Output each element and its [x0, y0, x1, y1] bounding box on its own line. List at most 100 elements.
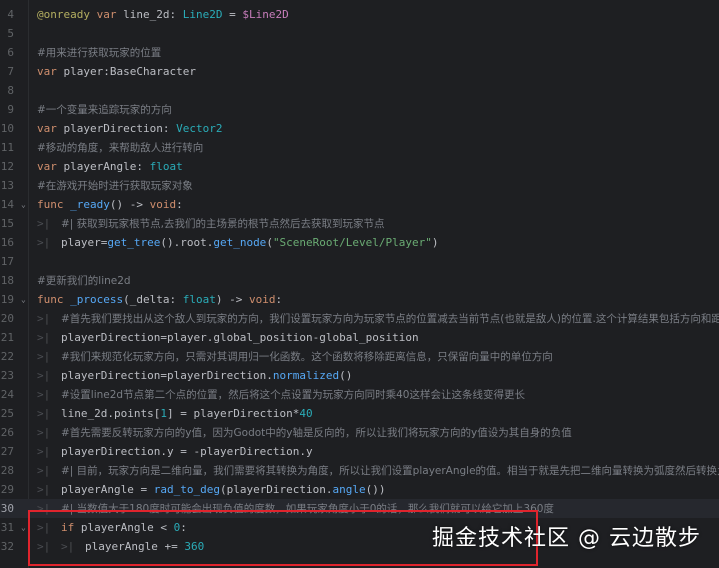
code-line[interactable]: 21 >| playerDirection=player.global_positi…	[0, 328, 719, 347]
code-token: 1	[160, 407, 167, 420]
indent-marker: >|	[37, 369, 51, 382]
code-text: >| playerDirection=playerDirection.normal…	[37, 366, 352, 385]
indent-marker: >|	[37, 483, 51, 496]
line-number: 5	[7, 27, 14, 40]
fold-chevron-icon[interactable]: ⌄	[21, 290, 26, 309]
code-editor[interactable]: 4 @onready var line_2d: Line2D = $Line2D 5…	[0, 0, 719, 568]
code-text: >| >| playerAngle += 360	[37, 537, 204, 556]
code-line[interactable]: 19 ⌄ func _process(_delta: float) -> void:	[0, 290, 719, 309]
code-line[interactable]: 18 #更新我们的line2d	[0, 271, 719, 290]
code-token: ()	[339, 369, 353, 382]
code-line[interactable]: 11 #移动的角度，来帮助敌人进行转向	[0, 138, 719, 157]
line-number: 24	[0, 388, 14, 401]
code-text: >| #| 当数值大于180度时可能会出现负值的度数，如果玩家角度小于0的话，那么…	[37, 499, 554, 519]
code-line[interactable]: 7 var player:BaseCharacter	[0, 62, 719, 81]
line-number: 19	[0, 293, 14, 306]
code-line[interactable]: 28 >| #| 目前，玩家方向是二维向量，我们需要将其转换为角度，所以让我们设置p…	[0, 461, 719, 480]
line-number: 26	[0, 426, 14, 439]
code-token: #更新我们的line2d	[37, 275, 131, 287]
code-line[interactable]: 26 >| #首先需要反转玩家方向的y值，因为Godot中的y轴是反向的，所以让我们…	[0, 423, 719, 442]
code-token: player:BaseCharacter	[56, 65, 196, 78]
code-token: var	[96, 8, 117, 21]
indent-marker: >|	[37, 521, 51, 534]
code-token: float	[149, 160, 183, 173]
code-text: var playerAngle: float	[37, 157, 183, 176]
code-line[interactable]: 27 >| playerDirection.y = -playerDirection…	[0, 442, 719, 461]
code-line[interactable]: 5	[0, 24, 719, 43]
line-number: 23	[0, 369, 14, 382]
code-line[interactable]: 9 #一个变量来追踪玩家的方向	[0, 100, 719, 119]
line-number: 11	[0, 141, 14, 154]
indent-marker: >|	[37, 445, 51, 458]
code-token: ] = playerDirection*	[166, 407, 300, 420]
code-token: playerDirection=player.global_position-g…	[61, 331, 419, 344]
line-number: 25	[0, 407, 14, 420]
code-line[interactable]: 12 var playerAngle: float	[0, 157, 719, 176]
line-number: 21	[0, 331, 14, 344]
code-line[interactable]: 23 >| playerDirection=playerDirection.norm…	[0, 366, 719, 385]
indent-marker: >|	[37, 464, 51, 477]
code-token: playerDirection.y = -playerDirection.y	[61, 445, 313, 458]
code-line[interactable]: 16 >| player=get_tree().root.get_node("Sce…	[0, 233, 719, 252]
line-number: 13	[0, 179, 14, 192]
code-line[interactable]: 30 >| #| 当数值大于180度时可能会出现负值的度数，如果玩家角度小于0的话，…	[0, 499, 719, 518]
code-line[interactable]: 13 #在游戏开始时进行获取玩家对象	[0, 176, 719, 195]
line-number: 27	[0, 445, 14, 458]
code-line[interactable]: 14 ⌄ func _ready() -> void:	[0, 195, 719, 214]
code-line[interactable]: 29 >| playerAngle = rad_to_deg(playerDirec…	[0, 480, 719, 499]
code-line[interactable]: 6 #用来进行获取玩家的位置	[0, 43, 719, 62]
code-token: )	[431, 236, 439, 249]
code-token: 360	[184, 540, 205, 553]
code-token: player=	[61, 236, 108, 249]
code-token: playerAngle <	[74, 521, 174, 534]
indent-marker: >|	[37, 350, 51, 363]
indent-marker: >|	[61, 540, 75, 553]
line-number: 32	[0, 540, 14, 553]
line-number: 30	[0, 502, 14, 515]
code-text: >| #首先需要反转玩家方向的y值，因为Godot中的y轴是反向的，所以让我们将玩…	[37, 423, 572, 443]
code-token: $Line2D	[242, 8, 289, 21]
code-text: >| #首先我们要找出从这个敌人到玩家的方向，我们设置玩家方向为玩家节点的位置减去…	[37, 309, 719, 329]
code-text: >| line_2d.points[1] = playerDirection*40	[37, 404, 313, 423]
code-token: #在游戏开始时进行获取玩家对象	[37, 180, 193, 192]
code-token: #移动的角度，来帮助敌人进行转向	[37, 142, 204, 154]
code-token: var	[37, 122, 57, 135]
line-number: 12	[0, 160, 14, 173]
code-token: _ready	[70, 198, 110, 211]
indent-marker: >|	[37, 217, 51, 230]
code-line[interactable]: 8	[0, 81, 719, 100]
code-token: var	[37, 65, 57, 78]
line-number: 14	[0, 198, 14, 211]
code-token: #| 获取到玩家根节点,去我们的主场景的根节点然后去获取到玩家节点	[61, 218, 385, 230]
code-line[interactable]: 17	[0, 252, 719, 271]
indent-marker: >|	[37, 312, 51, 325]
fold-chevron-icon[interactable]: ⌄	[21, 195, 26, 214]
indent-marker: >|	[37, 407, 51, 420]
code-line[interactable]: 25 >| line_2d.points[1] = playerDirection*…	[0, 404, 719, 423]
code-line[interactable]: 15 >| #| 获取到玩家根节点,去我们的主场景的根节点然后去获取到玩家节点	[0, 214, 719, 233]
code-token: =	[222, 8, 243, 21]
line-number: 22	[0, 350, 14, 363]
code-line[interactable]: 22 >| #我们来规范化玩家方向，只需对其调用归一化函数。这个函数将移除距离信息，…	[0, 347, 719, 366]
code-token: :	[176, 198, 183, 211]
indent-marker: >|	[37, 388, 51, 401]
line-number: 15	[0, 217, 14, 230]
code-token: playerAngle +=	[85, 540, 185, 553]
code-line[interactable]: 4 @onready var line_2d: Line2D = $Line2D	[0, 5, 719, 24]
code-token: "SceneRoot/Level/Player"	[272, 236, 432, 249]
indent-marker: >|	[37, 540, 51, 553]
code-line[interactable]: 24 >| #设置line2d节点第二个点的位置，然后将这个点设置为玩家方向同时乘4…	[0, 385, 719, 404]
fold-chevron-icon[interactable]: ⌄	[21, 518, 26, 537]
line-number: 10	[0, 122, 14, 135]
line-number: 28	[0, 464, 14, 477]
code-token: Line2D	[182, 8, 223, 21]
line-number: 9	[7, 103, 14, 116]
code-token: #一个变量来追踪玩家的方向	[37, 104, 172, 116]
code-line[interactable]: 10 var playerDirection: Vector2	[0, 119, 719, 138]
line-number: 18	[0, 274, 14, 287]
code-text: func _process(_delta: float) -> void:	[37, 290, 282, 309]
code-line[interactable]: 20 >| #首先我们要找出从这个敌人到玩家的方向，我们设置玩家方向为玩家节点的位置…	[0, 309, 719, 328]
code-token: playerAngle:	[56, 160, 150, 173]
code-text: var playerDirection: Vector2	[37, 119, 222, 138]
code-text: >| #| 目前，玩家方向是二维向量，我们需要将其转换为角度，所以让我们设置pla…	[37, 461, 719, 481]
